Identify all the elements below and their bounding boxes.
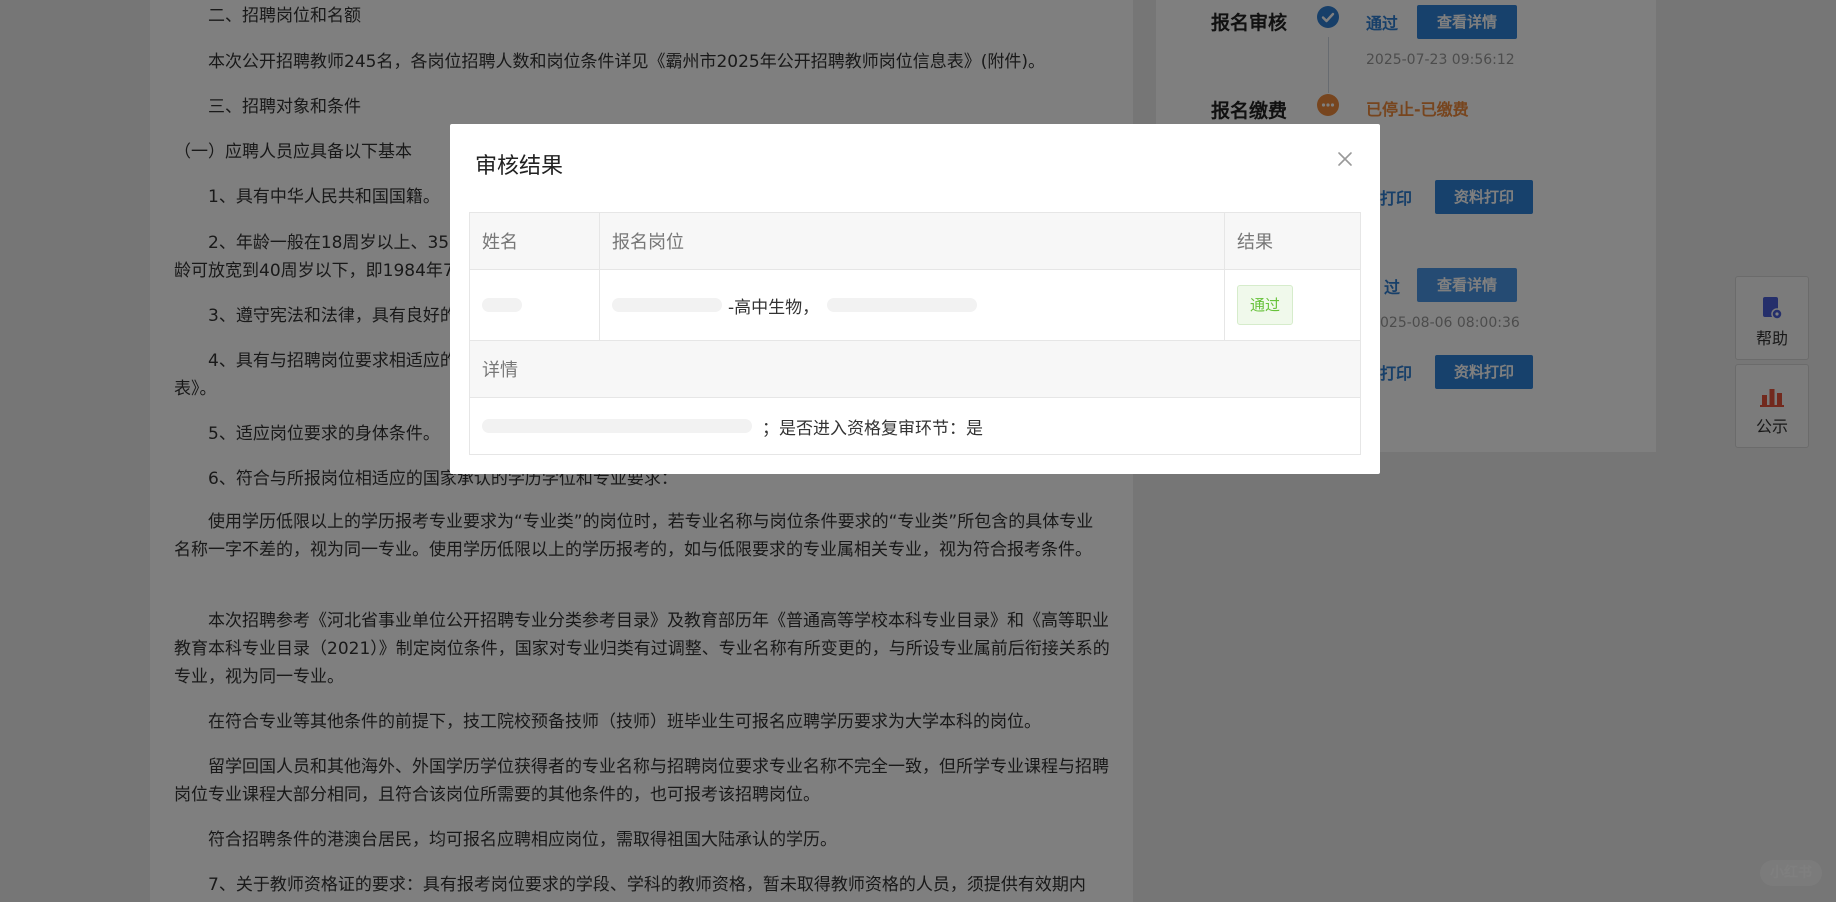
redacted-mark (482, 298, 522, 312)
column-header-name: 姓名 (470, 213, 600, 269)
details-content: ；是否进入资格复审环节：是 (470, 398, 1360, 454)
position-visible-text: -高中生物， (728, 297, 820, 318)
review-result-table: 姓名 报名岗位 结果 -高中生物， 通过 详情 ；是否进入资格复审环节：是 (469, 212, 1361, 455)
table-header-row: 姓名 报名岗位 结果 (470, 213, 1360, 270)
dialog-title: 审核结果 (475, 154, 564, 179)
details-header-row: 详情 (470, 341, 1360, 398)
table-row: -高中生物， 通过 (470, 270, 1360, 341)
column-header-position: 报名岗位 (600, 213, 1225, 269)
details-visible-text: ；是否进入资格复审环节：是 (762, 418, 983, 439)
result-badge: 通过 (1237, 285, 1294, 325)
redacted-mark (827, 298, 978, 312)
applied-position: -高中生物， (600, 270, 1225, 340)
redacted-mark (612, 298, 722, 312)
details-label: 详情 (482, 360, 518, 381)
result-cell: 通过 (1225, 270, 1360, 340)
column-header-result: 结果 (1237, 232, 1273, 253)
review-result-dialog: 审核结果 姓名 报名岗位 结果 -高中生物， 通过 详情 ；是否进入资格复审环节… (450, 124, 1380, 474)
applicant-name-redacted (470, 270, 600, 340)
details-row: ；是否进入资格复审环节：是 (470, 398, 1360, 454)
redacted-mark (482, 419, 752, 433)
close-icon[interactable] (1336, 150, 1354, 168)
